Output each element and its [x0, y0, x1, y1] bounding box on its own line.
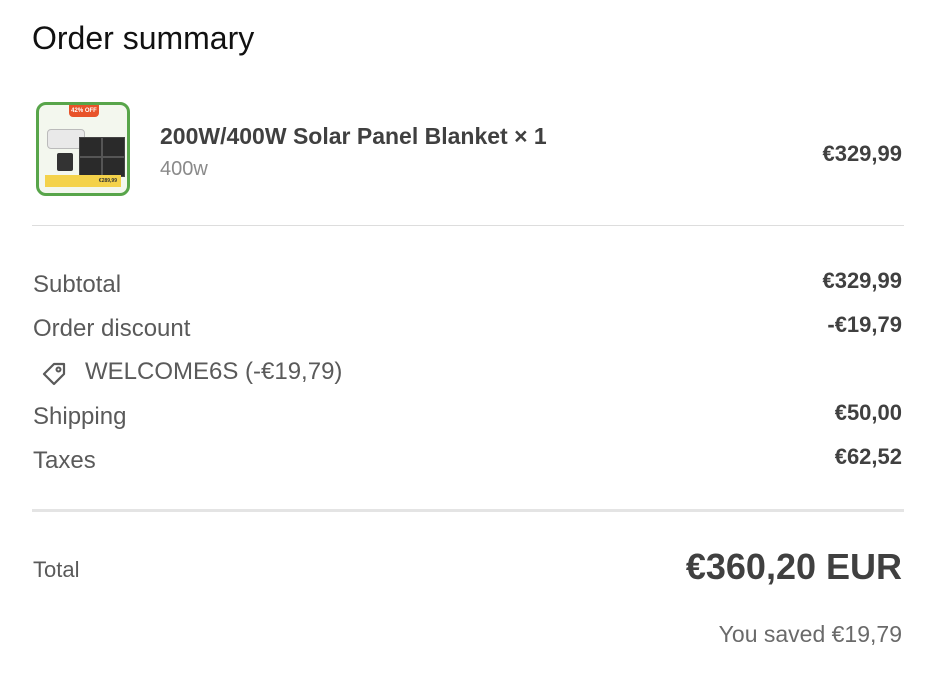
- savings-text: You saved €19,79: [718, 621, 902, 647]
- power-station-graphic: [57, 153, 73, 171]
- discount-badge: 42% OFF: [69, 105, 99, 117]
- subtotal-value: €329,99: [822, 268, 902, 293]
- product-variant: 400w: [160, 158, 208, 180]
- shipping-value: €50,00: [834, 400, 902, 425]
- taxes-row: Taxes €62,52: [32, 444, 904, 477]
- product-line-item: 42% OFF €289,99 200W/400W Solar Panel Bl…: [32, 100, 904, 200]
- total-value: €360,20 EUR: [685, 546, 902, 587]
- product-thumbnail: 42% OFF €289,99: [36, 102, 130, 196]
- subtotal-row: Subtotal €329,99: [32, 268, 904, 301]
- order-discount-label: Order discount: [33, 315, 191, 342]
- order-summary-page: Order summary 42% OFF €289,99 200W/400W …: [0, 0, 936, 700]
- taxes-label: Taxes: [33, 447, 96, 474]
- taxes-value: €62,52: [834, 444, 902, 469]
- order-discount-row: Order discount -€19,79: [32, 312, 904, 345]
- page-title: Order summary: [32, 20, 255, 56]
- product-name: 200W/400W Solar Panel Blanket × 1: [160, 123, 547, 149]
- solar-panel-graphic: [79, 137, 125, 177]
- order-discount-value: -€19,79: [827, 312, 902, 337]
- tag-icon: [42, 362, 66, 386]
- total-label: Total: [33, 557, 80, 582]
- discount-code-text: WELCOME6S (-€19,79): [85, 358, 343, 385]
- divider: [32, 509, 904, 512]
- product-price: €329,99: [822, 141, 902, 166]
- shipping-row: Shipping €50,00: [32, 400, 904, 433]
- divider: [32, 225, 904, 226]
- subtotal-label: Subtotal: [33, 271, 122, 298]
- thumbnail-price-bar: €289,99: [45, 175, 121, 187]
- shipping-label: Shipping: [33, 403, 127, 430]
